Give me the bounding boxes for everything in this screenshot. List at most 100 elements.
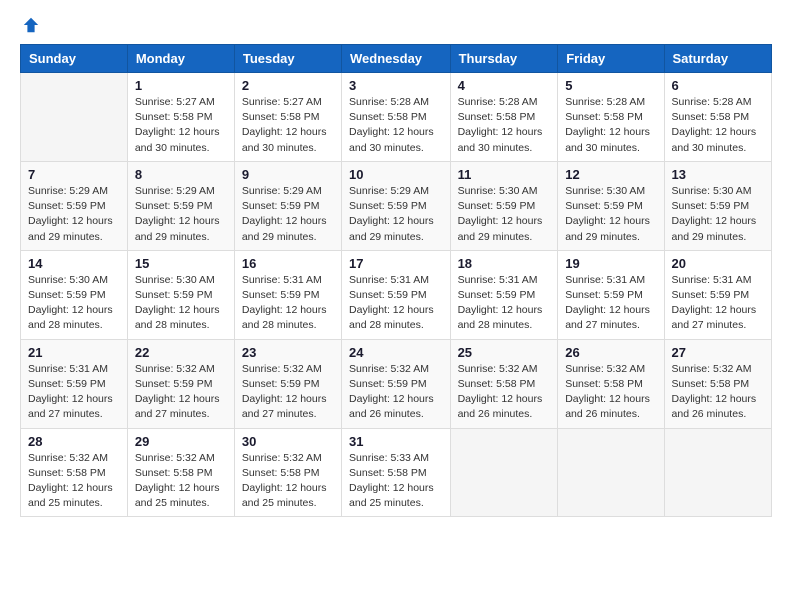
day-info: Sunrise: 5:33 AM Sunset: 5:58 PM Dayligh… bbox=[349, 451, 443, 512]
day-info: Sunrise: 5:32 AM Sunset: 5:58 PM Dayligh… bbox=[672, 362, 764, 423]
day-number: 13 bbox=[672, 167, 764, 182]
day-info: Sunrise: 5:31 AM Sunset: 5:59 PM Dayligh… bbox=[458, 273, 551, 334]
day-info: Sunrise: 5:31 AM Sunset: 5:59 PM Dayligh… bbox=[565, 273, 656, 334]
calendar-week-row: 1 Sunrise: 5:27 AM Sunset: 5:58 PM Daylig… bbox=[21, 73, 772, 162]
day-number: 1 bbox=[135, 78, 227, 93]
day-number: 10 bbox=[349, 167, 443, 182]
day-number: 27 bbox=[672, 345, 764, 360]
calendar-cell: 17Sunrise: 5:31 AM Sunset: 5:59 PM Dayli… bbox=[342, 250, 451, 339]
calendar-cell: 19 Sunrise: 5:31 AM Sunset: 5:59 PM Dayli… bbox=[558, 250, 664, 339]
day-info: Sunrise: 5:31 AM Sunset: 5:59 PM Dayligh… bbox=[242, 273, 334, 334]
page-header bbox=[20, 20, 772, 28]
day-number: 6 bbox=[672, 78, 764, 93]
calendar-cell bbox=[21, 73, 128, 162]
day-info: Sunrise: 5:31 AM Sunset: 5:59 PM Dayligh… bbox=[672, 273, 764, 334]
day-info: Sunrise: 5:32 AM Sunset: 5:58 PM Dayligh… bbox=[458, 362, 551, 423]
day-number: 5 bbox=[565, 78, 656, 93]
day-number: 4 bbox=[458, 78, 551, 93]
day-info: Sunrise: 5:32 AM Sunset: 5:58 PM Dayligh… bbox=[242, 451, 334, 512]
day-number: 29 bbox=[135, 434, 227, 449]
day-number: 16 bbox=[242, 256, 334, 271]
calendar-cell: 3 Sunrise: 5:28 AM Sunset: 5:58 PM Daylig… bbox=[342, 73, 451, 162]
calendar-cell: 12 Sunrise: 5:30 AM Sunset: 5:59 PM Dayli… bbox=[558, 161, 664, 250]
day-number: 25 bbox=[458, 345, 551, 360]
day-info: Sunrise: 5:32 AM Sunset: 5:58 PM Dayligh… bbox=[135, 451, 227, 512]
day-number: 21 bbox=[28, 345, 120, 360]
day-info: Sunrise: 5:28 AM Sunset: 5:58 PM Dayligh… bbox=[565, 95, 656, 156]
day-number: 11 bbox=[458, 167, 551, 182]
day-info: Sunrise: 5:28 AM Sunset: 5:58 PM Dayligh… bbox=[349, 95, 443, 156]
calendar-cell: 26 Sunrise: 5:32 AM Sunset: 5:58 PM Dayli… bbox=[558, 339, 664, 428]
day-number: 26 bbox=[565, 345, 656, 360]
calendar-day-header: Wednesday bbox=[342, 45, 451, 73]
day-info: Sunrise: 5:29 AM Sunset: 5:59 PM Dayligh… bbox=[349, 184, 443, 245]
day-info: Sunrise: 5:28 AM Sunset: 5:58 PM Dayligh… bbox=[458, 95, 551, 156]
calendar-week-row: 14 Sunrise: 5:30 AM Sunset: 5:59 PM Dayli… bbox=[21, 250, 772, 339]
calendar-day-header: Tuesday bbox=[234, 45, 341, 73]
day-number: 30 bbox=[242, 434, 334, 449]
calendar-cell bbox=[664, 428, 771, 517]
logo-icon bbox=[22, 16, 40, 34]
calendar-cell: 4 Sunrise: 5:28 AM Sunset: 5:58 PM Daylig… bbox=[450, 73, 558, 162]
calendar-cell: 8 Sunrise: 5:29 AM Sunset: 5:59 PM Daylig… bbox=[127, 161, 234, 250]
calendar-cell: 13 Sunrise: 5:30 AM Sunset: 5:59 PM Dayli… bbox=[664, 161, 771, 250]
day-info: Sunrise: 5:29 AM Sunset: 5:59 PM Dayligh… bbox=[242, 184, 334, 245]
calendar-cell: 30 Sunrise: 5:32 AM Sunset: 5:58 PM Dayli… bbox=[234, 428, 341, 517]
day-info: Sunrise: 5:30 AM Sunset: 5:59 PM Dayligh… bbox=[135, 273, 227, 334]
calendar-cell: 23 Sunrise: 5:32 AM Sunset: 5:59 PM Dayli… bbox=[234, 339, 341, 428]
day-info: Sunrise: 5:27 AM Sunset: 5:58 PM Dayligh… bbox=[135, 95, 227, 156]
calendar-cell: 15Sunrise: 5:30 AM Sunset: 5:59 PM Dayli… bbox=[127, 250, 234, 339]
day-number: 7 bbox=[28, 167, 120, 182]
day-number: 20 bbox=[672, 256, 764, 271]
calendar-cell: 16 Sunrise: 5:31 AM Sunset: 5:59 PM Dayli… bbox=[234, 250, 341, 339]
day-number: 24 bbox=[349, 345, 443, 360]
day-number: 31 bbox=[349, 434, 443, 449]
calendar-cell: 2 Sunrise: 5:27 AM Sunset: 5:58 PM Daylig… bbox=[234, 73, 341, 162]
day-info: Sunrise: 5:27 AM Sunset: 5:58 PM Dayligh… bbox=[242, 95, 334, 156]
day-number: 18 bbox=[458, 256, 551, 271]
day-info: Sunrise: 5:29 AM Sunset: 5:59 PM Dayligh… bbox=[135, 184, 227, 245]
calendar-cell: 25 Sunrise: 5:32 AM Sunset: 5:58 PM Dayli… bbox=[450, 339, 558, 428]
day-info: Sunrise: 5:30 AM Sunset: 5:59 PM Dayligh… bbox=[672, 184, 764, 245]
calendar-cell: 22 Sunrise: 5:32 AM Sunset: 5:59 PM Dayli… bbox=[127, 339, 234, 428]
day-number: 19 bbox=[565, 256, 656, 271]
day-info: Sunrise: 5:32 AM Sunset: 5:59 PM Dayligh… bbox=[349, 362, 443, 423]
calendar-cell: 29 Sunrise: 5:32 AM Sunset: 5:58 PM Dayli… bbox=[127, 428, 234, 517]
calendar-cell: 9 Sunrise: 5:29 AM Sunset: 5:59 PM Daylig… bbox=[234, 161, 341, 250]
day-info: Sunrise: 5:31 AM Sunset: 5:59 PM Dayligh… bbox=[349, 273, 443, 334]
day-info: Sunrise: 5:30 AM Sunset: 5:59 PM Dayligh… bbox=[565, 184, 656, 245]
calendar-cell: 28Sunrise: 5:32 AM Sunset: 5:58 PM Dayli… bbox=[21, 428, 128, 517]
day-number: 12 bbox=[565, 167, 656, 182]
calendar-cell: 7 Sunrise: 5:29 AM Sunset: 5:59 PM Daylig… bbox=[21, 161, 128, 250]
day-number: 22 bbox=[135, 345, 227, 360]
day-info: Sunrise: 5:29 AM Sunset: 5:59 PM Dayligh… bbox=[28, 184, 120, 245]
day-number: 23 bbox=[242, 345, 334, 360]
calendar-cell bbox=[450, 428, 558, 517]
calendar-day-header: Sunday bbox=[21, 45, 128, 73]
calendar-day-header: Saturday bbox=[664, 45, 771, 73]
day-number: 14 bbox=[28, 256, 120, 271]
day-info: Sunrise: 5:32 AM Sunset: 5:59 PM Dayligh… bbox=[242, 362, 334, 423]
calendar-cell: 6 Sunrise: 5:28 AM Sunset: 5:58 PM Daylig… bbox=[664, 73, 771, 162]
calendar-cell: 18 Sunrise: 5:31 AM Sunset: 5:59 PM Dayli… bbox=[450, 250, 558, 339]
calendar-cell: 11Sunrise: 5:30 AM Sunset: 5:59 PM Dayli… bbox=[450, 161, 558, 250]
calendar-header-row: SundayMondayTuesdayWednesdayThursdayFrid… bbox=[21, 45, 772, 73]
day-number: 3 bbox=[349, 78, 443, 93]
day-info: Sunrise: 5:31 AM Sunset: 5:59 PM Dayligh… bbox=[28, 362, 120, 423]
calendar-cell: 21 Sunrise: 5:31 AM Sunset: 5:59 PM Dayli… bbox=[21, 339, 128, 428]
calendar-cell: 24 Sunrise: 5:32 AM Sunset: 5:59 PM Dayli… bbox=[342, 339, 451, 428]
day-number: 8 bbox=[135, 167, 227, 182]
calendar-cell: 10 Sunrise: 5:29 AM Sunset: 5:59 PM Dayli… bbox=[342, 161, 451, 250]
day-info: Sunrise: 5:30 AM Sunset: 5:59 PM Dayligh… bbox=[28, 273, 120, 334]
day-number: 2 bbox=[242, 78, 334, 93]
calendar-cell bbox=[558, 428, 664, 517]
day-info: Sunrise: 5:32 AM Sunset: 5:58 PM Dayligh… bbox=[565, 362, 656, 423]
calendar-cell: 31 Sunrise: 5:33 AM Sunset: 5:58 PM Dayli… bbox=[342, 428, 451, 517]
calendar-week-row: 7 Sunrise: 5:29 AM Sunset: 5:59 PM Daylig… bbox=[21, 161, 772, 250]
day-number: 9 bbox=[242, 167, 334, 182]
calendar-table: SundayMondayTuesdayWednesdayThursdayFrid… bbox=[20, 44, 772, 517]
day-info: Sunrise: 5:28 AM Sunset: 5:58 PM Dayligh… bbox=[672, 95, 764, 156]
calendar-week-row: 21 Sunrise: 5:31 AM Sunset: 5:59 PM Dayli… bbox=[21, 339, 772, 428]
calendar-cell: 20 Sunrise: 5:31 AM Sunset: 5:59 PM Dayli… bbox=[664, 250, 771, 339]
day-info: Sunrise: 5:32 AM Sunset: 5:59 PM Dayligh… bbox=[135, 362, 227, 423]
